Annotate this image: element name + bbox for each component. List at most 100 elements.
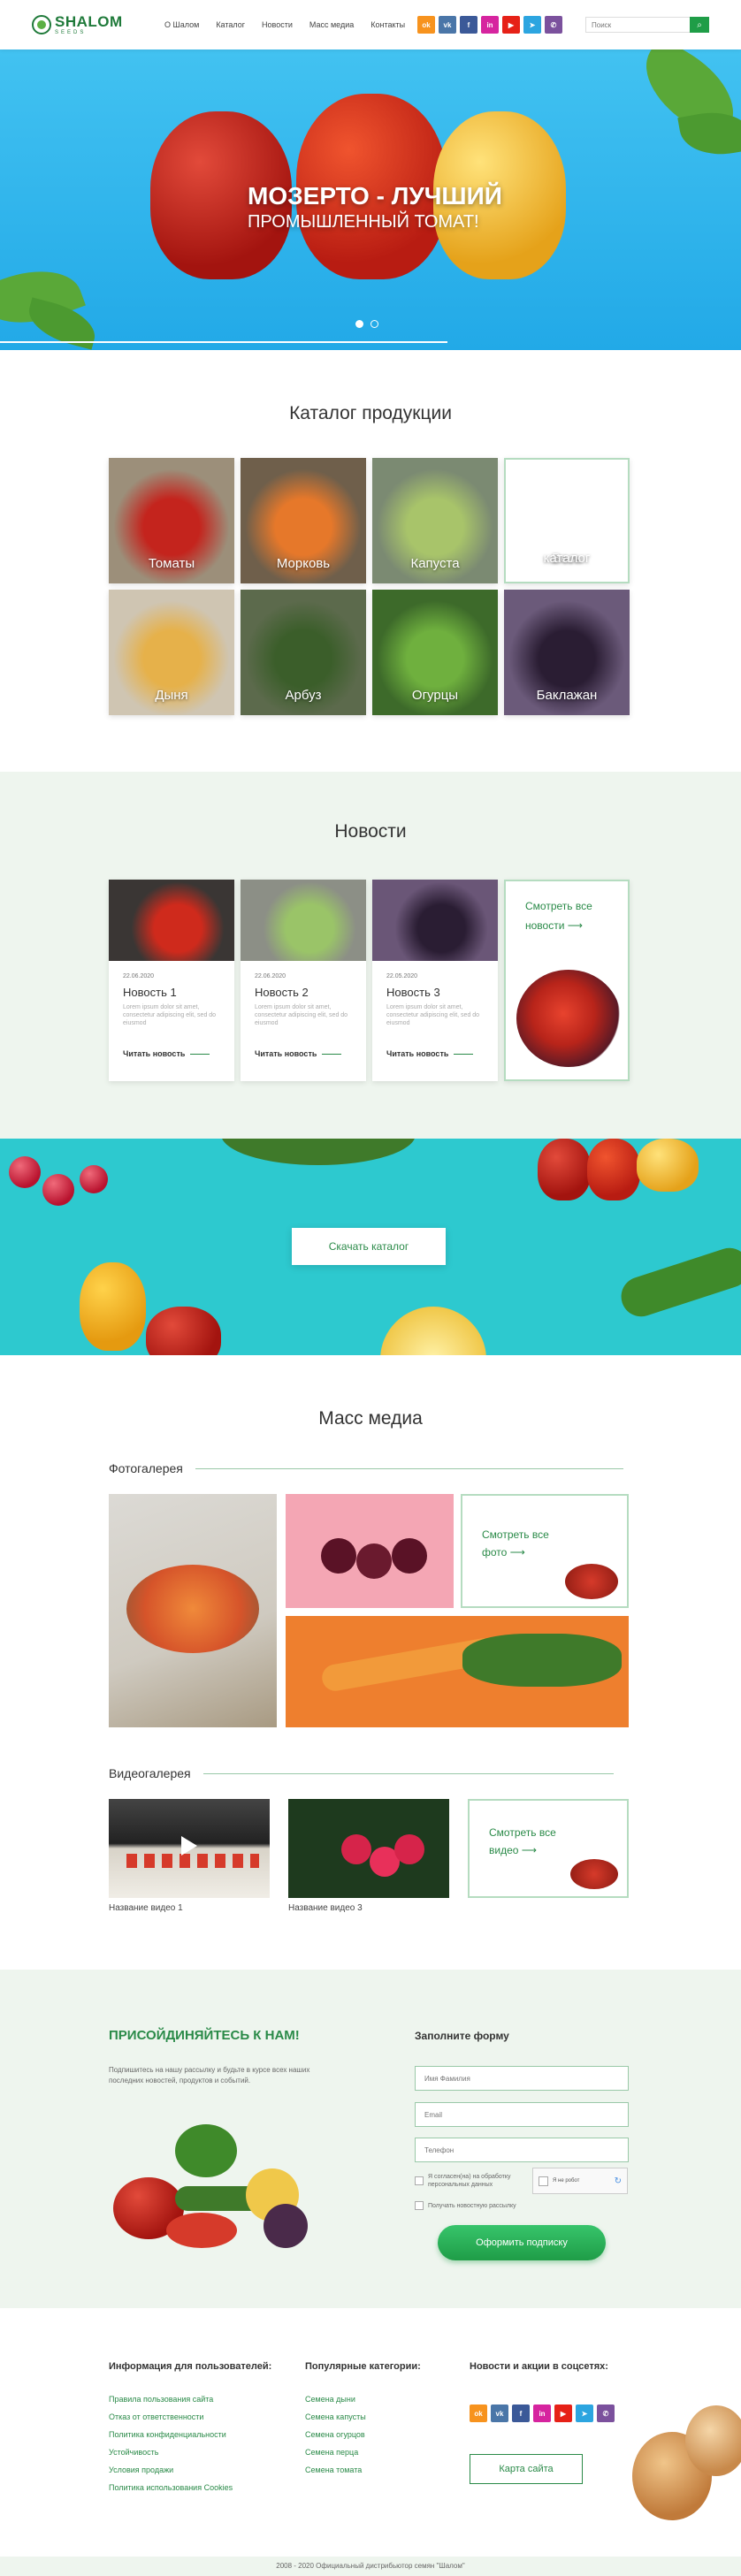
footer-categories-title: Популярные категории: bbox=[305, 2361, 421, 2372]
news-title: Новость 1 bbox=[123, 986, 177, 999]
catalog-item[interactable]: Огурцы bbox=[372, 590, 498, 715]
vk-icon[interactable]: vk bbox=[439, 16, 456, 34]
catalog-item[interactable]: Дыня bbox=[109, 590, 234, 715]
sitemap-button[interactable]: Карта сайта bbox=[470, 2454, 583, 2484]
slider-dot-2[interactable] bbox=[370, 320, 378, 328]
consent-checkbox[interactable]: Я согласен(на) на обработку персональных… bbox=[415, 2173, 516, 2189]
news-row: 22.06.2020 Новость 1 Lorem ipsum dolor sit… bbox=[109, 880, 630, 1081]
instagram-icon[interactable]: in bbox=[481, 16, 499, 34]
footer-category-link[interactable]: Семена томата bbox=[305, 2465, 421, 2474]
youtube-icon[interactable]: ▶ bbox=[554, 2405, 572, 2422]
red-pepper-image bbox=[587, 1139, 640, 1200]
footer-col-info: Информация для пользователей: Правила по… bbox=[109, 2361, 271, 2501]
see-all-videos[interactable]: Смотреть все видео ⟶ bbox=[468, 1799, 629, 1898]
header-socials: ok vk f in ▶ ➤ ✆ bbox=[417, 16, 562, 34]
footer-category-link[interactable]: Семена дыни bbox=[305, 2395, 421, 2404]
footer-info-link[interactable]: Устойчивость bbox=[109, 2448, 271, 2457]
catalog-item-label: Томаты bbox=[148, 556, 195, 571]
catalog-item[interactable]: Арбуз bbox=[241, 590, 366, 715]
read-news-link[interactable]: Читать новость bbox=[255, 1049, 341, 1058]
subscribe-button[interactable]: Оформить подписку bbox=[438, 2225, 606, 2260]
logo-name: SHALOM bbox=[55, 13, 123, 30]
slider-progress bbox=[0, 341, 447, 343]
recaptcha[interactable]: Я не робот ↻ bbox=[532, 2168, 628, 2194]
telegram-icon[interactable]: ➤ bbox=[523, 16, 541, 34]
catalog-item-label: Морковь bbox=[276, 556, 331, 571]
yellow-pepper-image bbox=[637, 1139, 699, 1192]
download-catalog-button[interactable]: Скачать каталог bbox=[292, 1228, 446, 1265]
footer-category-link[interactable]: Семена капусты bbox=[305, 2412, 421, 2421]
slider-dot-1[interactable] bbox=[355, 320, 363, 328]
search-button[interactable]: ⌕ bbox=[690, 17, 709, 33]
photo-3[interactable] bbox=[286, 1616, 629, 1727]
video-caption-1[interactable]: Название видео 1 bbox=[109, 1903, 183, 1913]
phone-input[interactable] bbox=[415, 2138, 629, 2162]
nav-contacts[interactable]: Контакты bbox=[370, 20, 405, 29]
search-input[interactable] bbox=[585, 17, 690, 33]
read-news-link[interactable]: Читать новость bbox=[386, 1049, 473, 1058]
news-date: 22.06.2020 bbox=[123, 973, 155, 979]
photo-2[interactable] bbox=[286, 1494, 454, 1608]
see-all-news[interactable]: Смотреть все новости ⟶ bbox=[504, 880, 630, 1081]
catalog-item-label: Дыня bbox=[155, 688, 188, 703]
photo-1[interactable] bbox=[109, 1494, 277, 1727]
newsletter-checkbox[interactable]: Получать новостную рассылку bbox=[415, 2201, 516, 2210]
video-thumb-1[interactable] bbox=[109, 1799, 270, 1898]
telegram-icon[interactable]: ➤ bbox=[576, 2405, 593, 2422]
name-input[interactable] bbox=[415, 2066, 629, 2091]
ok-icon[interactable]: ok bbox=[417, 16, 435, 34]
logo[interactable]: SHALOM SEEDS bbox=[32, 14, 138, 35]
video-thumb-2[interactable] bbox=[288, 1799, 449, 1898]
search-icon: ⌕ bbox=[697, 19, 702, 30]
catalog-item[interactable]: Капуста bbox=[372, 458, 498, 583]
catalog-all-button[interactable]: Весь каталог bbox=[504, 458, 630, 583]
nav-catalog[interactable]: Каталог bbox=[216, 20, 245, 29]
nav-news[interactable]: Новости bbox=[262, 20, 293, 29]
footer-category-link[interactable]: Семена перца bbox=[305, 2448, 421, 2457]
footer-info-link[interactable]: Политика конфиденциальности bbox=[109, 2430, 271, 2439]
news-excerpt: Lorem ipsum dolor sit amet, consectetur … bbox=[123, 1004, 217, 1027]
catalog-item[interactable]: Баклажан bbox=[504, 590, 630, 715]
footer-info-link[interactable]: Политика использования Cookies bbox=[109, 2483, 271, 2492]
video-caption-2[interactable]: Название видео 3 bbox=[288, 1903, 363, 1913]
news-excerpt: Lorem ipsum dolor sit amet, consectetur … bbox=[386, 1004, 480, 1027]
red-pepper-image bbox=[538, 1139, 591, 1200]
catalog-item[interactable]: Морковь bbox=[241, 458, 366, 583]
footer-info-link[interactable]: Правила пользования сайта bbox=[109, 2395, 271, 2404]
see-all-videos-line1: Смотреть все bbox=[489, 1826, 556, 1839]
see-all-photos-line2: фото bbox=[482, 1546, 508, 1559]
yellow-pepper-image bbox=[80, 1262, 146, 1351]
checkbox-box[interactable] bbox=[415, 2176, 424, 2186]
vegetables-image bbox=[113, 2124, 317, 2257]
footer-info-link[interactable]: Отказ от ответственности bbox=[109, 2412, 271, 2421]
youtube-icon[interactable]: ▶ bbox=[502, 16, 520, 34]
see-all-photos[interactable]: Смотреть все фото ⟶ bbox=[461, 1494, 629, 1608]
email-input[interactable] bbox=[415, 2102, 629, 2127]
vk-icon[interactable]: vk bbox=[491, 2405, 508, 2422]
news-card[interactable]: 22.06.2020 Новость 2 Lorem ipsum dolor sit… bbox=[241, 880, 366, 1081]
recaptcha-icon: ↻ bbox=[614, 2176, 622, 2186]
news-card[interactable]: 22.06.2020 Новость 1 Lorem ipsum dolor sit… bbox=[109, 880, 234, 1081]
catalog-item[interactable]: Томаты bbox=[109, 458, 234, 583]
footer-category-link[interactable]: Семена огурцов bbox=[305, 2430, 421, 2439]
newsletter-label: Получать новостную рассылку bbox=[428, 2202, 516, 2209]
facebook-icon[interactable]: f bbox=[460, 16, 477, 34]
checkbox-box[interactable] bbox=[415, 2201, 424, 2210]
news-card[interactable]: 22.05.2020 Новость 3 Lorem ipsum dolor sit… bbox=[372, 880, 498, 1081]
news-title: Новость 3 bbox=[386, 986, 440, 999]
nav-about[interactable]: О Шалом bbox=[164, 20, 199, 29]
instagram-icon[interactable]: in bbox=[533, 2405, 551, 2422]
footer-info-title: Информация для пользователей: bbox=[109, 2361, 272, 2372]
viber-icon[interactable]: ✆ bbox=[597, 2405, 615, 2422]
footer-info-link[interactable]: Условия продажи bbox=[109, 2465, 271, 2474]
viber-icon[interactable]: ✆ bbox=[545, 16, 562, 34]
captcha-checkbox[interactable] bbox=[539, 2176, 548, 2186]
catalog-section: Каталог продукции Томаты Морковь Капуста Ве… bbox=[0, 350, 741, 772]
ok-icon[interactable]: ok bbox=[470, 2405, 487, 2422]
nav-media[interactable]: Масс медиа bbox=[309, 20, 354, 29]
facebook-icon[interactable]: f bbox=[512, 2405, 530, 2422]
read-news-link[interactable]: Читать новость bbox=[123, 1049, 210, 1058]
footer-col-categories: Популярные категории: Семена дыни Семена … bbox=[305, 2361, 421, 2483]
hero-subtitle: ПРОМЫШЛЕННЫЙ ТОМАТ! bbox=[248, 212, 479, 232]
radish-image bbox=[9, 1156, 41, 1188]
